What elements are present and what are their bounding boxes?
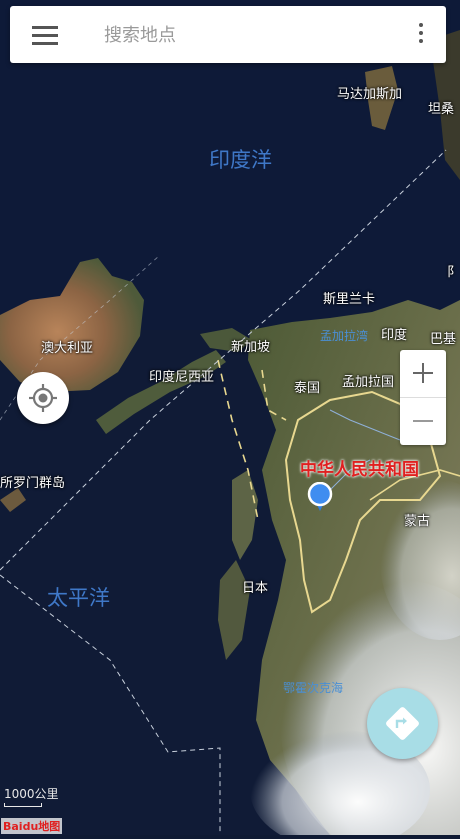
place-label-australia: 澳大利亚 [41, 341, 94, 356]
place-label-cut-off: 阝 [447, 265, 460, 280]
water-label-bengal: 孟加拉湾 [320, 329, 369, 343]
baidu-logo: Baidu地图 [1, 818, 63, 834]
zoom-out-button[interactable] [400, 398, 446, 445]
place-label-tanzania: 坦桑 [428, 102, 455, 117]
place-label-mongolia: 蒙古 [404, 514, 431, 529]
search-input[interactable] [102, 16, 386, 54]
zoom-controls [400, 350, 446, 445]
current-location-pin-icon[interactable] [307, 482, 333, 512]
scale-bar [4, 803, 42, 807]
place-label-singapore: 新加坡 [231, 340, 271, 355]
water-label-okhotsk: 鄂霍次克海 [283, 681, 344, 695]
zoom-in-button[interactable] [400, 350, 446, 398]
place-label-india: 印度 [381, 328, 408, 343]
place-label-japan: 日本 [242, 581, 269, 596]
minus-icon [413, 420, 433, 422]
place-label-thailand: 泰国 [294, 381, 321, 396]
place-label-indonesia: 印度尼西亚 [149, 370, 215, 385]
place-label-bangladesh: 孟加拉国 [342, 375, 395, 390]
place-label-cut-off-2: 巴基 [430, 332, 457, 347]
place-label-srilanka: 斯里兰卡 [323, 292, 376, 307]
locate-button[interactable] [17, 372, 69, 424]
place-label-china: 中华人民共和国 [300, 460, 419, 480]
ocean-label-pacific: 太平洋 [47, 586, 110, 610]
menu-icon[interactable] [32, 26, 58, 45]
more-vertical-icon[interactable] [418, 23, 424, 47]
crosshair-icon [29, 384, 57, 412]
plus-icon [413, 363, 433, 383]
scale-label: 1000公里 [4, 787, 59, 801]
place-label-madagascar: 马达加斯加 [337, 87, 403, 102]
route-button[interactable] [367, 688, 438, 759]
search-bar [10, 6, 446, 63]
place-label-solomon: 所罗门群岛 [0, 476, 66, 491]
directions-icon [386, 707, 419, 740]
ocean-label-indian: 印度洋 [209, 148, 272, 172]
